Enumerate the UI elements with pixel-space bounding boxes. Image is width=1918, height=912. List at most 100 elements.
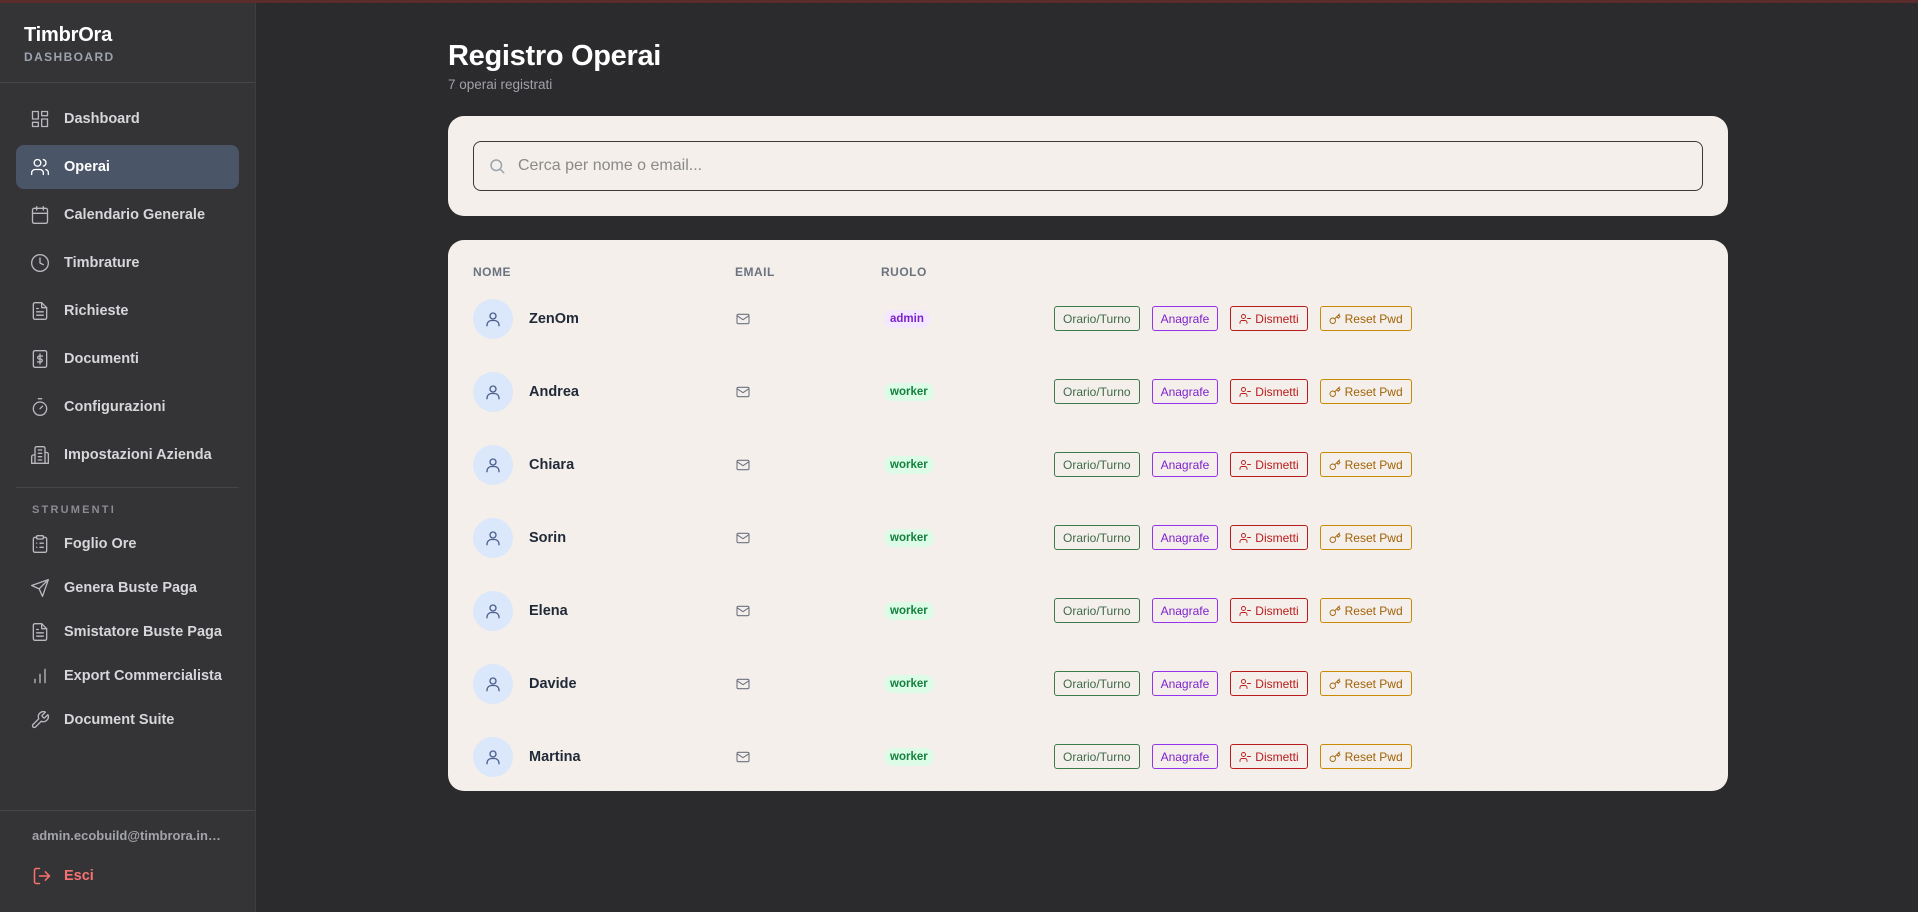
sidebar-item-document-suite[interactable]: Document Suite	[16, 698, 239, 742]
anagrafe-button[interactable]: Anagrafe	[1151, 306, 1219, 331]
worker-name: Davide	[529, 675, 577, 692]
reset-password-button[interactable]: Reset Pwd	[1319, 306, 1412, 331]
sidebar-item-label: Impostazioni Azienda	[64, 447, 212, 463]
bar-chart-icon	[34, 668, 46, 684]
dismetti-button[interactable]: Dismetti	[1230, 598, 1308, 623]
reset-password-button[interactable]: Reset Pwd	[1319, 598, 1412, 623]
sidebar-item-dashboard[interactable]: Dashboard	[16, 97, 239, 141]
page-subtitle: 7 operai registrati	[448, 77, 553, 92]
dollar-document-icon	[32, 350, 48, 368]
dismetti-button[interactable]: Dismetti	[1230, 379, 1308, 404]
mail-icon[interactable]	[735, 457, 751, 473]
sidebar-item-label: Richieste	[64, 303, 129, 319]
dismetti-button[interactable]: Dismetti	[1230, 744, 1308, 769]
anagrafe-button[interactable]: Anagrafe	[1151, 744, 1219, 769]
sidebar-item-calendario[interactable]: Calendario Generale	[16, 193, 239, 237]
reset-password-button[interactable]: Reset Pwd	[1319, 452, 1412, 477]
main-nav: Dashboard Operai Calendario Generale Tim…	[0, 97, 255, 477]
anagrafe-label: Anagrafe	[1160, 457, 1210, 472]
email-cell	[735, 311, 881, 327]
table-row: Sorin worker Orario/Turno Anagrafe Disme…	[473, 501, 1703, 574]
brand: TimbrOra DASHBOARD	[0, 0, 255, 83]
avatar	[473, 371, 513, 412]
reset-password-button[interactable]: Reset Pwd	[1319, 379, 1412, 404]
email-cell	[735, 603, 881, 619]
tools-nav: Foglio Ore Genera Buste Paga Smistatore …	[0, 522, 255, 742]
reset-password-label: Reset Pwd	[1344, 676, 1403, 691]
user-email: admin.ecobuild@timbrora.inter...	[32, 828, 235, 843]
reset-password-label: Reset Pwd	[1344, 749, 1403, 764]
user-minus-icon	[1239, 386, 1252, 397]
user-icon	[486, 311, 500, 326]
page-title: Registro Operai	[448, 40, 662, 72]
sidebar-item-foglio-ore[interactable]: Foglio Ore	[16, 522, 239, 566]
role-cell: worker	[881, 747, 1054, 766]
reset-password-button[interactable]: Reset Pwd	[1319, 744, 1412, 769]
name-cell: Andrea	[473, 371, 735, 412]
avatar	[473, 736, 513, 777]
timer-icon	[32, 398, 48, 416]
orario-turno-button[interactable]: Orario/Turno	[1054, 598, 1140, 623]
table-row: Martina worker Orario/Turno Anagrafe Dis…	[473, 720, 1703, 793]
orario-turno-button[interactable]: Orario/Turno	[1054, 525, 1140, 550]
user-icon	[486, 603, 500, 618]
role-badge: worker	[884, 456, 934, 474]
orario-turno-label: Orario/Turno	[1063, 311, 1131, 326]
reset-password-button[interactable]: Reset Pwd	[1319, 671, 1412, 696]
avatar	[473, 517, 513, 558]
table-row: Chiara worker Orario/Turno Anagrafe Dism…	[473, 428, 1703, 501]
anagrafe-button[interactable]: Anagrafe	[1151, 525, 1219, 550]
orario-turno-button[interactable]: Orario/Turno	[1054, 452, 1140, 477]
dismetti-button[interactable]: Dismetti	[1230, 306, 1308, 331]
row-actions: Orario/Turno Anagrafe Dismetti Reset Pwd	[1054, 379, 1412, 404]
dismetti-button[interactable]: Dismetti	[1230, 452, 1308, 477]
wrench-icon	[31, 711, 49, 729]
reset-password-button[interactable]: Reset Pwd	[1319, 525, 1412, 550]
dismetti-label: Dismetti	[1255, 530, 1299, 545]
worker-name: Chiara	[529, 456, 575, 473]
logout-button[interactable]: Esci	[0, 866, 255, 886]
table-row: ZenOm admin Orario/Turno Anagrafe Dismet…	[473, 282, 1703, 355]
role-badge: worker	[884, 383, 934, 401]
dismetti-button[interactable]: Dismetti	[1230, 671, 1308, 696]
sidebar-item-richieste[interactable]: Richieste	[16, 289, 239, 333]
clipboard-icon	[32, 535, 48, 553]
mail-icon[interactable]	[735, 311, 751, 327]
orario-turno-button[interactable]: Orario/Turno	[1054, 379, 1140, 404]
calendar-icon	[31, 206, 49, 224]
sidebar-item-export-commercialista[interactable]: Export Commercialista	[16, 654, 239, 698]
sidebar-item-documenti[interactable]: Documenti	[16, 337, 239, 381]
worker-name: Elena	[529, 602, 568, 619]
dismetti-button[interactable]: Dismetti	[1230, 525, 1308, 550]
orario-turno-button[interactable]: Orario/Turno	[1054, 306, 1140, 331]
name-cell: Martina	[473, 736, 735, 777]
orario-turno-button[interactable]: Orario/Turno	[1054, 671, 1140, 696]
orario-turno-button[interactable]: Orario/Turno	[1054, 744, 1140, 769]
mail-icon[interactable]	[735, 749, 751, 765]
user-minus-icon	[1239, 605, 1252, 616]
row-actions: Orario/Turno Anagrafe Dismetti Reset Pwd	[1054, 525, 1412, 550]
anagrafe-button[interactable]: Anagrafe	[1151, 452, 1219, 477]
mail-icon[interactable]	[735, 676, 751, 692]
reset-password-label: Reset Pwd	[1344, 457, 1403, 472]
anagrafe-button[interactable]: Anagrafe	[1151, 598, 1219, 623]
sidebar-item-impostazioni-azienda[interactable]: Impostazioni Azienda	[16, 433, 239, 477]
mail-icon[interactable]	[735, 530, 751, 546]
sidebar-footer: admin.ecobuild@timbrora.inter... Esci	[0, 810, 255, 912]
search-input[interactable]	[518, 157, 1688, 175]
user-icon	[486, 676, 500, 691]
anagrafe-button[interactable]: Anagrafe	[1151, 671, 1219, 696]
anagrafe-button[interactable]: Anagrafe	[1151, 379, 1219, 404]
sidebar-item-timbrature[interactable]: Timbrature	[16, 241, 239, 285]
mail-icon[interactable]	[735, 603, 751, 619]
mail-icon[interactable]	[735, 384, 751, 400]
dismetti-label: Dismetti	[1255, 311, 1299, 326]
sidebar-item-configurazioni[interactable]: Configurazioni	[16, 385, 239, 429]
sidebar-item-operai[interactable]: Operai	[16, 145, 239, 189]
name-cell: Elena	[473, 590, 735, 631]
sidebar-item-genera-buste-paga[interactable]: Genera Buste Paga	[16, 566, 239, 610]
search-box[interactable]	[473, 141, 1703, 191]
logout-icon	[33, 867, 51, 885]
sidebar-item-smistatore-buste-paga[interactable]: Smistatore Buste Paga	[16, 610, 239, 654]
search-card	[448, 116, 1728, 216]
